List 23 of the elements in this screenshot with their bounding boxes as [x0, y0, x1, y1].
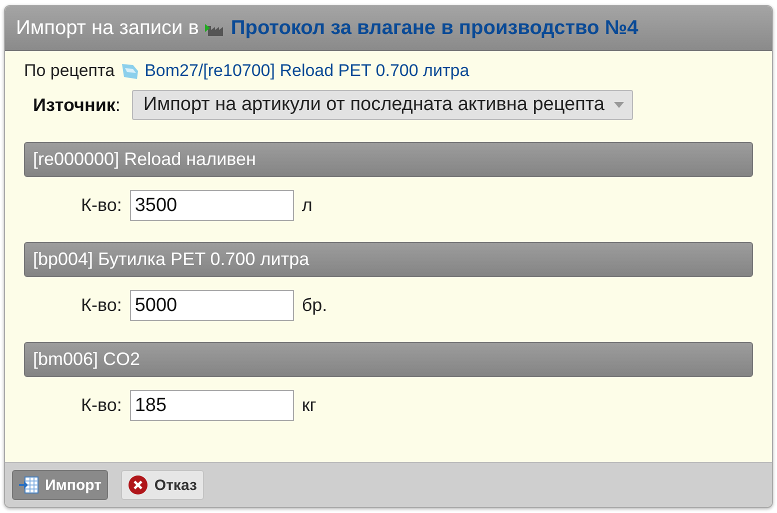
caret-icon	[614, 102, 624, 108]
dialog-title: Импорт на записи в	[16, 16, 199, 40]
quantity-label: К-во:	[81, 295, 122, 316]
unit-label: бр.	[302, 295, 328, 316]
colon: :	[115, 94, 120, 116]
cancel-button[interactable]: Отказ	[121, 470, 204, 500]
document-icon	[120, 62, 139, 80]
unit-label: л	[302, 195, 312, 216]
quantity-label: К-во:	[81, 195, 122, 216]
recipe-label: По рецепта	[24, 61, 115, 81]
quantity-label: К-во:	[81, 395, 122, 416]
recipe-link[interactable]: Bom27/[re10700] Reload PET 0.700 литра	[144, 61, 470, 81]
section-header: [bm006] CO2	[24, 342, 753, 377]
cancel-icon	[128, 475, 148, 495]
source-dropdown[interactable]: Импорт на артикули от последната активна рецепта	[132, 90, 634, 120]
section-header: [bp004] Бутилка PET 0.700 литра	[24, 242, 753, 277]
quantity-field[interactable]: 5000	[130, 290, 294, 321]
table-import-icon	[19, 476, 39, 494]
unit-label: кг	[302, 395, 316, 416]
quantity-field[interactable]: 185	[130, 390, 294, 421]
section-header: [re000000] Reload наливен	[24, 142, 753, 177]
source-label: Източник	[33, 94, 116, 116]
quantity-field[interactable]: 3500	[130, 190, 294, 221]
